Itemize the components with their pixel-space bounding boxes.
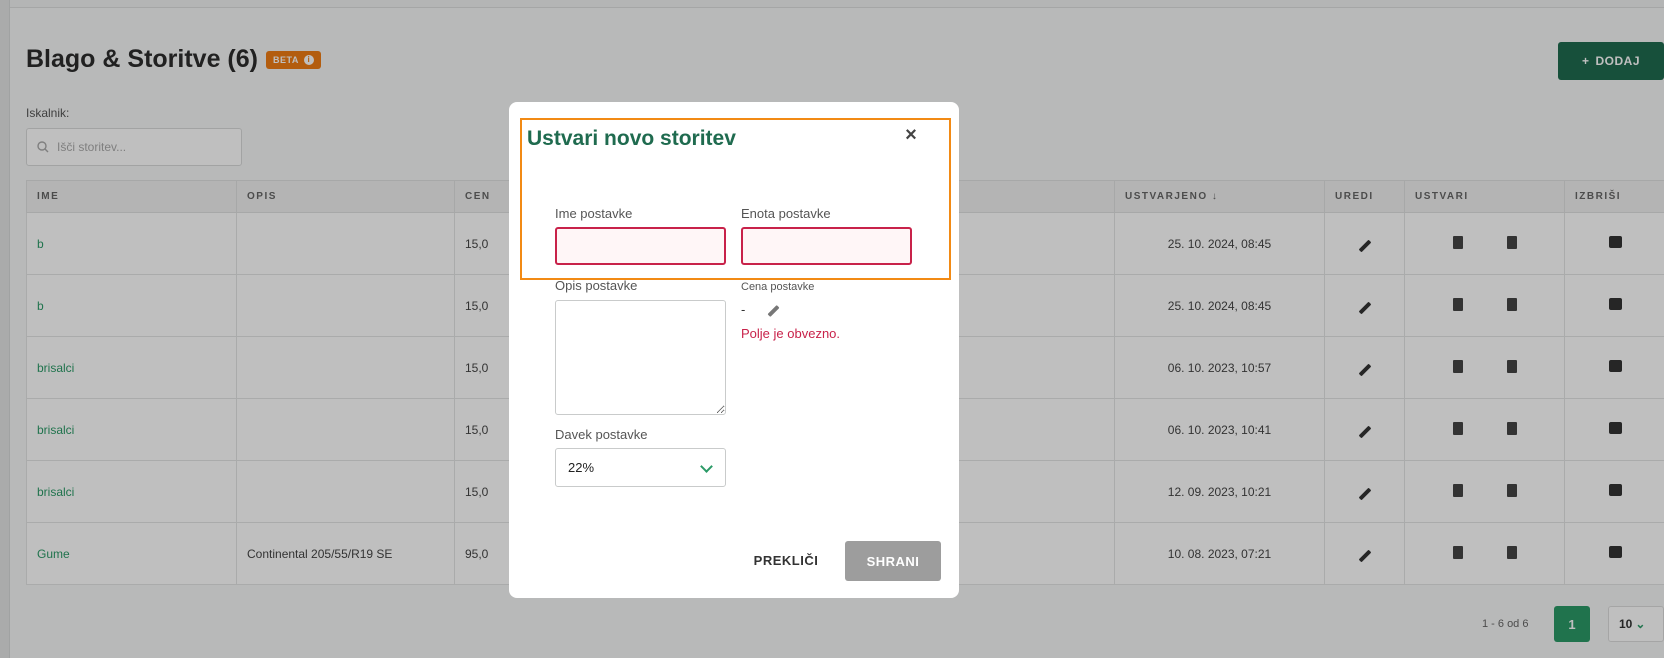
save-button[interactable]: SHRANI xyxy=(845,541,941,581)
item-unit-input[interactable] xyxy=(741,227,912,265)
pencil-icon[interactable] xyxy=(766,304,780,318)
item-name-input[interactable] xyxy=(555,227,726,265)
item-tax-label: Davek postavke xyxy=(555,427,648,442)
item-description-textarea[interactable] xyxy=(555,300,726,415)
item-price-value: - xyxy=(741,302,746,317)
item-tax-select[interactable]: 22% xyxy=(555,448,726,487)
item-description-label: Opis postavke xyxy=(555,278,638,293)
item-unit-label: Enota postavke xyxy=(741,206,831,221)
chevron-down-icon xyxy=(700,460,713,473)
close-icon[interactable]: × xyxy=(902,125,920,145)
item-tax-value: 22% xyxy=(568,460,595,475)
price-error-message: Polje je obvezno. xyxy=(741,326,841,341)
item-price-label: Cena postavke xyxy=(741,281,815,293)
cancel-button[interactable]: PREKLIČI xyxy=(746,541,826,579)
item-name-label: Ime postavke xyxy=(555,206,633,221)
modal-title: Ustvari novo storitev xyxy=(527,127,736,150)
